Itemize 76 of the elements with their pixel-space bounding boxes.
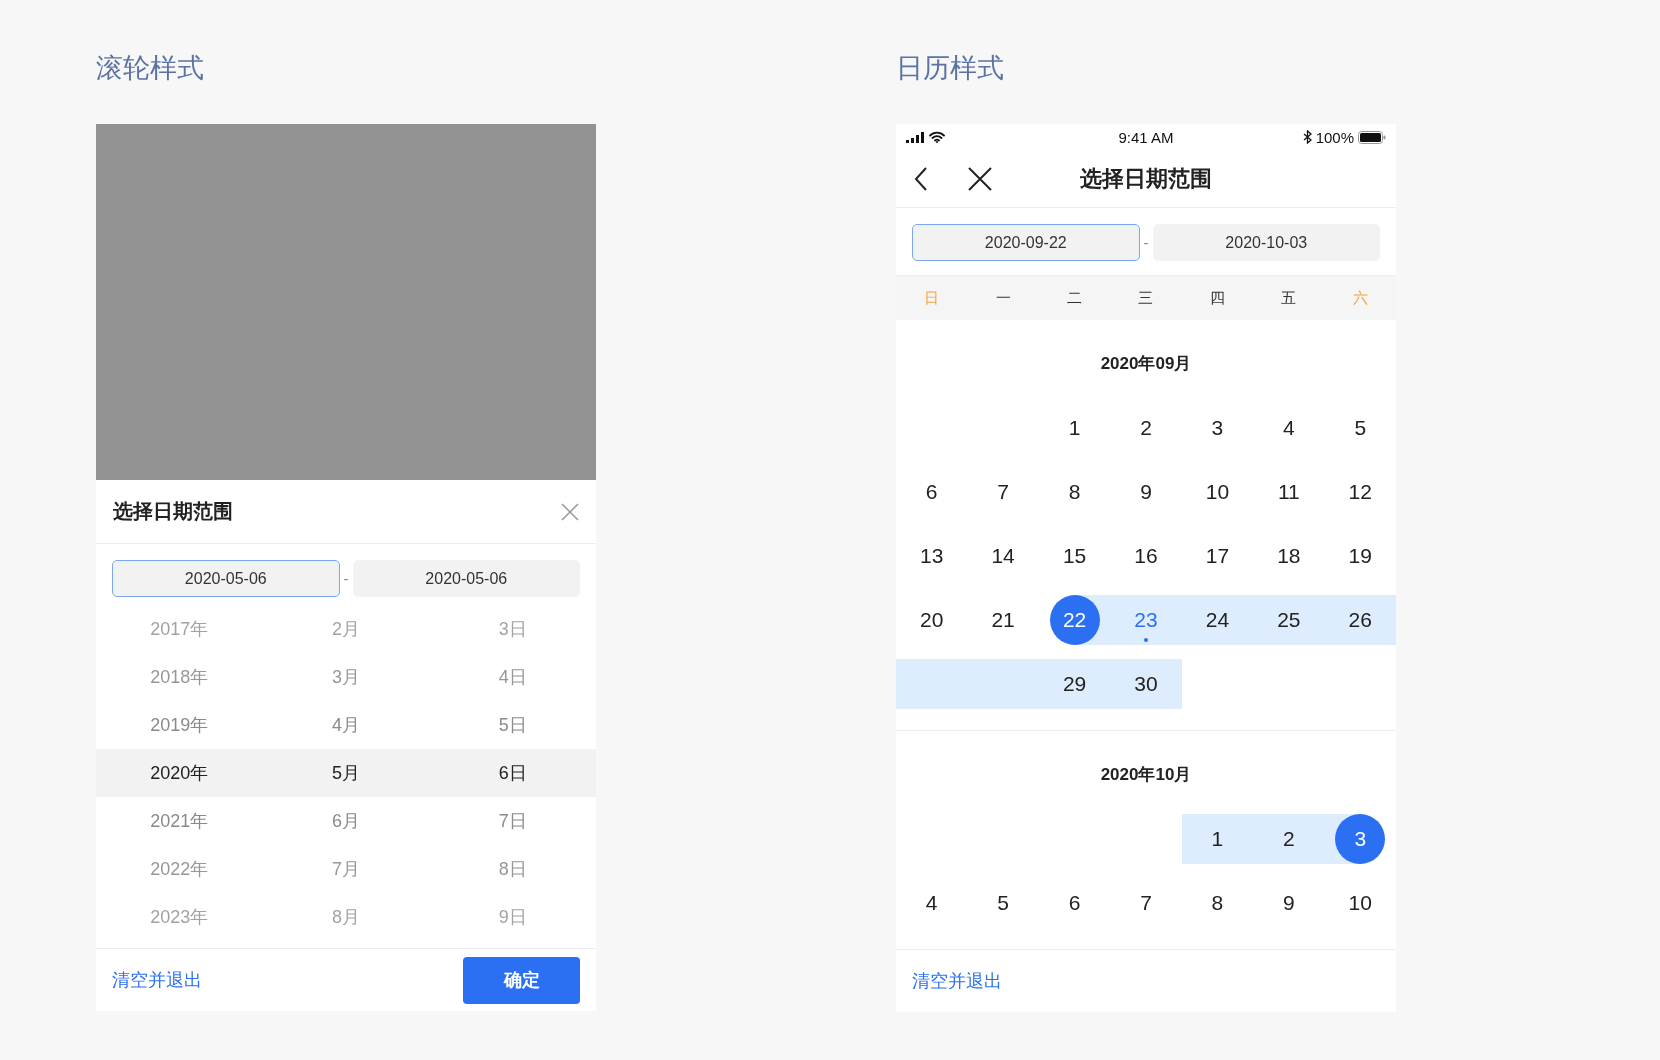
weekday-label: 四 xyxy=(1209,288,1225,308)
calendar-day[interactable]: 30 xyxy=(1121,659,1171,709)
calendar-day[interactable]: 23 xyxy=(1121,595,1171,645)
range-separator: - xyxy=(343,570,349,587)
calendar-day[interactable]: 9 xyxy=(1263,878,1314,928)
clear-and-exit-link[interactable]: 清空并退出 xyxy=(912,969,1002,993)
weekday-label: 五 xyxy=(1281,288,1297,308)
calendar-day[interactable]: 20 xyxy=(906,595,957,645)
section-heading: 日历样式 xyxy=(896,52,1004,85)
calendar-day[interactable]: 17 xyxy=(1192,531,1243,581)
calendar-day[interactable]: 16 xyxy=(1121,531,1171,581)
calendar-day[interactable]: 13 xyxy=(906,531,957,581)
weekday-label: 三 xyxy=(1138,288,1154,308)
calendar-day[interactable]: 4 xyxy=(906,878,957,928)
month-option[interactable]: 5月 xyxy=(332,761,360,785)
calendar-day[interactable]: 19 xyxy=(1335,531,1386,581)
day-option[interactable]: 6日 xyxy=(498,761,527,785)
day-option[interactable]: 5日 xyxy=(498,713,527,737)
calendar-day[interactable]: 5 xyxy=(1335,403,1386,453)
calendar-day[interactable]: 11 xyxy=(1263,467,1314,517)
confirm-button[interactable]: 确定 xyxy=(463,956,580,1004)
year-option[interactable]: 2020年 xyxy=(150,761,209,785)
calendar-day[interactable]: 26 xyxy=(1335,595,1386,645)
calendar-day[interactable]: 15 xyxy=(1049,531,1100,581)
bluetooth-icon xyxy=(1302,130,1312,144)
calendar-day[interactable]: 29 xyxy=(1049,659,1100,709)
weekday-label: 六 xyxy=(1352,288,1368,308)
today-dot xyxy=(1144,638,1148,642)
section-heading: 滚轮样式 xyxy=(96,52,204,85)
status-time: 9:41 AM xyxy=(1118,128,1174,146)
date-field[interactable]: 2020-10-03 xyxy=(1152,224,1380,261)
close-icon[interactable] xyxy=(968,166,992,191)
calendar-day[interactable]: 7 xyxy=(1121,878,1171,928)
calendar-day[interactable]: 3 xyxy=(1192,403,1243,453)
calendar-day[interactable]: 5 xyxy=(978,878,1029,928)
day-option[interactable]: 7日 xyxy=(498,809,527,833)
range-separator: - xyxy=(1143,234,1149,251)
calendar-day[interactable]: 14 xyxy=(978,531,1029,581)
date-field[interactable]: 2020-09-22 xyxy=(912,224,1140,261)
calendar-day[interactable]: 2 xyxy=(1121,403,1171,453)
calendar-day[interactable]: 1 xyxy=(1049,403,1100,453)
calendar-day[interactable]: 8 xyxy=(1192,878,1243,928)
date-field[interactable]: 2020-05-06 xyxy=(112,560,340,597)
clear-and-exit-link[interactable]: 清空并退出 xyxy=(112,968,202,992)
page-title: 选择日期范围 xyxy=(1080,164,1212,193)
month-option[interactable]: 6月 xyxy=(332,809,360,833)
calendar-day[interactable]: 6 xyxy=(1049,878,1100,928)
calendar-day[interactable]: 9 xyxy=(1121,467,1171,517)
back-icon[interactable] xyxy=(914,166,928,191)
calendar-day[interactable]: 18 xyxy=(1263,531,1314,581)
calendar-day[interactable]: 1 xyxy=(1192,814,1243,864)
calendar-day[interactable]: 24 xyxy=(1192,595,1243,645)
weekday-label: 二 xyxy=(1067,288,1083,308)
calendar-day[interactable]: 10 xyxy=(1192,467,1243,517)
sheet-title: 选择日期范围 xyxy=(113,499,233,524)
battery-icon xyxy=(1358,130,1386,144)
calendar-day[interactable]: 21 xyxy=(978,595,1029,645)
calendar-day[interactable]: 22 xyxy=(1049,595,1100,645)
month-title: 2020年09月 xyxy=(1100,352,1192,375)
calendar-day[interactable]: 2 xyxy=(1263,814,1314,864)
month-title: 2020年10月 xyxy=(1100,763,1192,786)
calendar-day[interactable]: 25 xyxy=(1263,595,1314,645)
calendar-day[interactable]: 12 xyxy=(1335,467,1386,517)
battery-percent: 100% xyxy=(1315,128,1354,146)
calendar-day[interactable]: 6 xyxy=(906,467,957,517)
calendar-day[interactable]: 8 xyxy=(1049,467,1100,517)
calendar-day[interactable]: 4 xyxy=(1263,403,1314,453)
calendar-day[interactable]: 7 xyxy=(978,467,1029,517)
signal-icon xyxy=(906,131,925,143)
weekday-label: 日 xyxy=(924,288,940,308)
wifi-icon xyxy=(929,131,945,143)
month-option[interactable]: 4月 xyxy=(332,713,360,737)
date-field[interactable]: 2020-05-06 xyxy=(352,560,580,597)
weekday-label: 一 xyxy=(995,288,1011,308)
calendar-day[interactable]: 3 xyxy=(1335,814,1386,864)
calendar-day[interactable]: 10 xyxy=(1335,878,1386,928)
